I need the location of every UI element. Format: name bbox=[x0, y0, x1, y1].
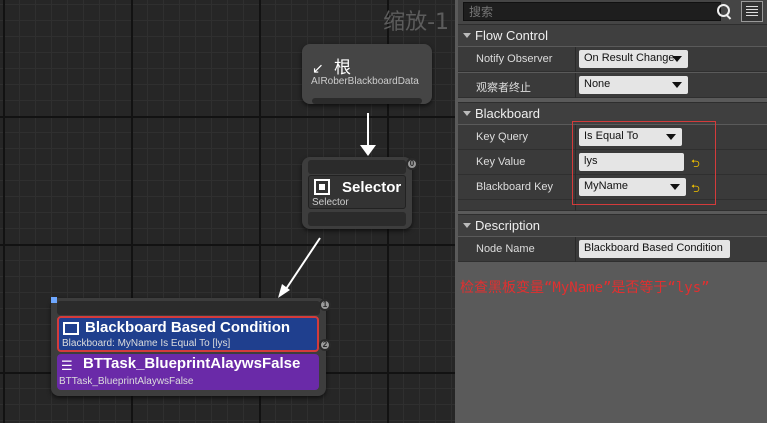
details-search-bar bbox=[458, 0, 767, 24]
column-divider[interactable] bbox=[575, 47, 576, 72]
collapse-arrow-icon bbox=[463, 223, 471, 228]
column-divider[interactable] bbox=[575, 73, 576, 98]
root-node[interactable]: ↙ 根 AIRoberBlackboardData bbox=[302, 44, 432, 104]
search-input[interactable] bbox=[463, 2, 721, 21]
selector-node-title: Selector bbox=[342, 179, 402, 196]
arrow-head-root-selector bbox=[360, 145, 376, 156]
property-label: Key Query bbox=[476, 131, 528, 143]
property-label: Notify Observer bbox=[476, 53, 553, 65]
search-icon[interactable] bbox=[715, 3, 733, 21]
root-node-title: 根 bbox=[334, 58, 351, 78]
section-title: Description bbox=[475, 218, 541, 233]
column-divider[interactable] bbox=[575, 237, 576, 262]
node-name-input[interactable]: Blackboard Based Condition bbox=[579, 240, 730, 258]
property-label: Node Name bbox=[476, 243, 535, 255]
task-bttask-blueprint[interactable]: ☰ BTTask_BlueprintAlaywsFalse BTTask_Blu… bbox=[57, 354, 319, 390]
decorator-index-badge: 1 bbox=[319, 299, 331, 311]
behavior-tree-graph[interactable]: 缩放-1 ↙ 根 AIRoberBlackboardData Selector S… bbox=[0, 0, 455, 423]
annotation-text: 检查黑板变量“MyName”是否等于“lys” bbox=[460, 280, 710, 296]
section-description[interactable]: Description bbox=[458, 214, 767, 236]
task-node[interactable]: Blackboard Based Condition Blackboard: M… bbox=[51, 297, 331, 396]
notify-observer-dropdown[interactable]: On Result Change bbox=[579, 50, 688, 68]
property-observer-aborts: 观察者终止 None bbox=[458, 73, 767, 98]
view-options-icon[interactable] bbox=[741, 1, 763, 22]
selector-input-pin-bar[interactable] bbox=[308, 160, 406, 174]
property-label: Blackboard Key bbox=[476, 181, 554, 193]
property-notify-observer: Notify Observer On Result Change bbox=[458, 47, 767, 72]
selector-output-pin-bar[interactable] bbox=[308, 212, 406, 226]
highlight-box bbox=[572, 121, 716, 205]
task-subtitle: BTTask_BlueprintAlaywsFalse bbox=[59, 376, 194, 387]
execution-index-badge: 0 bbox=[406, 158, 418, 170]
section-title: Flow Control bbox=[475, 28, 548, 43]
selector-node-body: Selector Selector bbox=[308, 175, 406, 209]
section-flow-control[interactable]: Flow Control bbox=[458, 24, 767, 46]
root-node-title-row: ↙ 根 bbox=[312, 53, 351, 78]
zoom-label: 缩放-1 bbox=[383, 10, 449, 35]
selector-node[interactable]: Selector Selector 0 bbox=[302, 157, 418, 229]
collapse-arrow-icon bbox=[463, 33, 471, 38]
details-panel: Flow Control Notify Observer On Result C… bbox=[458, 0, 767, 423]
task-input-pin-bar[interactable] bbox=[57, 301, 320, 315]
decorator-blackboard-condition[interactable]: Blackboard Based Condition Blackboard: M… bbox=[57, 316, 319, 352]
task-index-badge: 2 bbox=[319, 339, 331, 351]
decorator-subtitle: Blackboard: MyName Is Equal To [lys] bbox=[62, 338, 231, 349]
property-label: Key Value bbox=[476, 156, 526, 168]
collapse-arrow-icon bbox=[463, 111, 471, 116]
root-node-subtitle: AIRoberBlackboardData bbox=[311, 76, 419, 87]
blackboard-icon bbox=[63, 322, 79, 335]
property-label: 观察者终止 bbox=[476, 82, 531, 94]
selector-node-subtitle: Selector bbox=[312, 197, 349, 208]
task-list-icon: ☰ bbox=[61, 358, 73, 373]
task-title: BTTask_BlueprintAlaywsFalse bbox=[83, 355, 301, 372]
section-title: Blackboard bbox=[475, 106, 541, 121]
root-arrow-icon: ↙ bbox=[312, 61, 324, 77]
observer-aborts-dropdown[interactable]: None bbox=[579, 76, 688, 94]
property-node-name: Node Name Blackboard Based Condition bbox=[458, 237, 767, 262]
connection-root-selector bbox=[367, 113, 369, 149]
connection-selector-task bbox=[278, 237, 321, 298]
breakpoint-marker bbox=[51, 297, 57, 303]
decorator-title: Blackboard Based Condition bbox=[85, 319, 291, 336]
root-output-pin-bar[interactable] bbox=[312, 98, 422, 104]
selector-icon bbox=[314, 179, 330, 195]
